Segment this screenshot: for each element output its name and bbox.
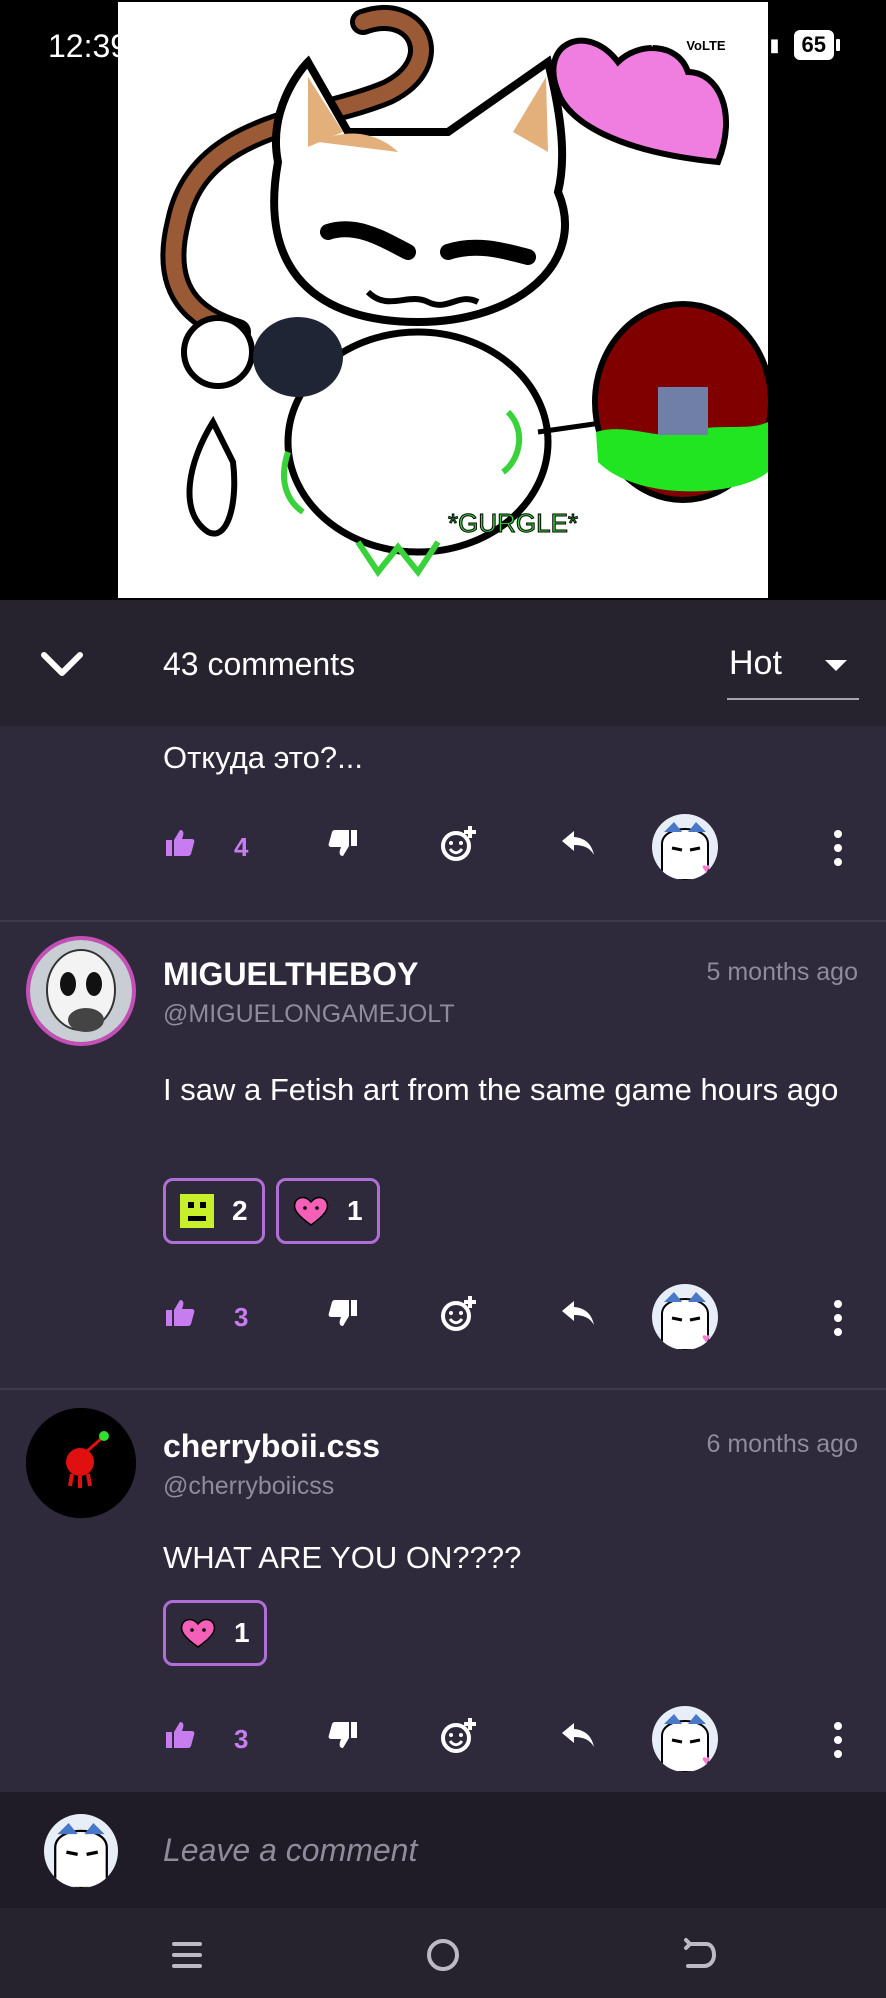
user-handle[interactable]: @cherryboiicss [163,1472,334,1501]
reply-icon[interactable] [560,1297,596,1329]
home-icon[interactable] [418,1930,468,1980]
pixel-face-icon [180,1194,214,1228]
comment-text: Откуда это?... [163,740,363,775]
username[interactable]: MIGUELTHEBOY [163,956,418,993]
artwork-caption: *GURGLE* [448,508,578,538]
thumbs-up-icon[interactable] [164,827,196,859]
comment-input[interactable] [163,1820,843,1880]
thumbs-down-icon[interactable] [327,1719,359,1751]
reaction-count: 1 [347,1195,363,1226]
sort-dropdown[interactable]: Hot [727,634,859,700]
caret-down-icon [825,660,847,671]
post-media[interactable]: *GURGLE* [0,0,886,600]
current-user-avatar[interactable] [44,1814,118,1888]
sort-value: Hot [729,644,782,682]
comment-actions: 3 ♥ [0,1706,886,1776]
reaction-chip[interactable]: 1 [276,1178,380,1244]
avatar[interactable] [26,1408,136,1518]
avatar[interactable] [26,936,136,1046]
comments-count: 43 comments [163,646,356,682]
thumbs-up-icon[interactable] [164,1719,196,1751]
reaction-chip[interactable]: 1 [163,1600,267,1666]
comment-actions: 4 ♥ [0,814,886,884]
heart-badge-icon: ♥ [702,1752,711,1768]
divider [0,1388,886,1390]
reply-icon[interactable] [560,1719,596,1751]
system-nav-bar [0,1908,886,1998]
user-handle[interactable]: @MIGUELONGAMEJOLT [163,1000,455,1029]
menu-icon[interactable] [162,1930,212,1980]
add-reaction-icon[interactable] [440,824,478,862]
more-options-icon[interactable] [830,1298,846,1338]
heart-badge-icon: ♥ [702,860,711,876]
comments-feed[interactable]: Откуда это?... 4 ♥ MIGUELTHEBOY @MIGUELO… [0,726,886,1792]
like-count: 4 [234,832,249,862]
more-options-icon[interactable] [830,1720,846,1760]
reaction-count: 1 [234,1617,250,1648]
comment-timestamp: 5 months ago [706,958,859,986]
more-options-icon[interactable] [830,828,846,868]
reaction-count: 2 [232,1195,248,1226]
comment-actions: 3 ♥ [0,1284,886,1354]
reaction-chip[interactable]: 2 [163,1178,265,1244]
thumbs-down-icon[interactable] [327,827,359,859]
comment-input-bar [0,1792,886,1908]
artwork-image[interactable]: *GURGLE* [118,2,768,598]
chevron-down-icon [41,652,83,676]
thumbs-up-icon[interactable] [164,1297,196,1329]
divider [0,920,886,922]
comment-timestamp: 6 months ago [706,1430,859,1458]
comment-text: WHAT ARE YOU ON???? [163,1540,522,1575]
add-reaction-icon[interactable] [440,1294,478,1332]
heart-face-icon [293,1196,329,1226]
like-count: 3 [234,1724,249,1754]
like-count: 3 [234,1302,249,1332]
collapse-button[interactable] [36,638,88,690]
add-reaction-icon[interactable] [440,1716,478,1754]
heart-face-icon [180,1618,216,1648]
reply-icon[interactable] [560,827,596,859]
username[interactable]: cherryboii.css [163,1428,380,1465]
back-icon[interactable] [674,1930,724,1980]
heart-badge-icon: ♥ [702,1330,711,1346]
comment-text: I saw a Fetish art from the same game ho… [163,1072,839,1107]
thumbs-down-icon[interactable] [327,1297,359,1329]
